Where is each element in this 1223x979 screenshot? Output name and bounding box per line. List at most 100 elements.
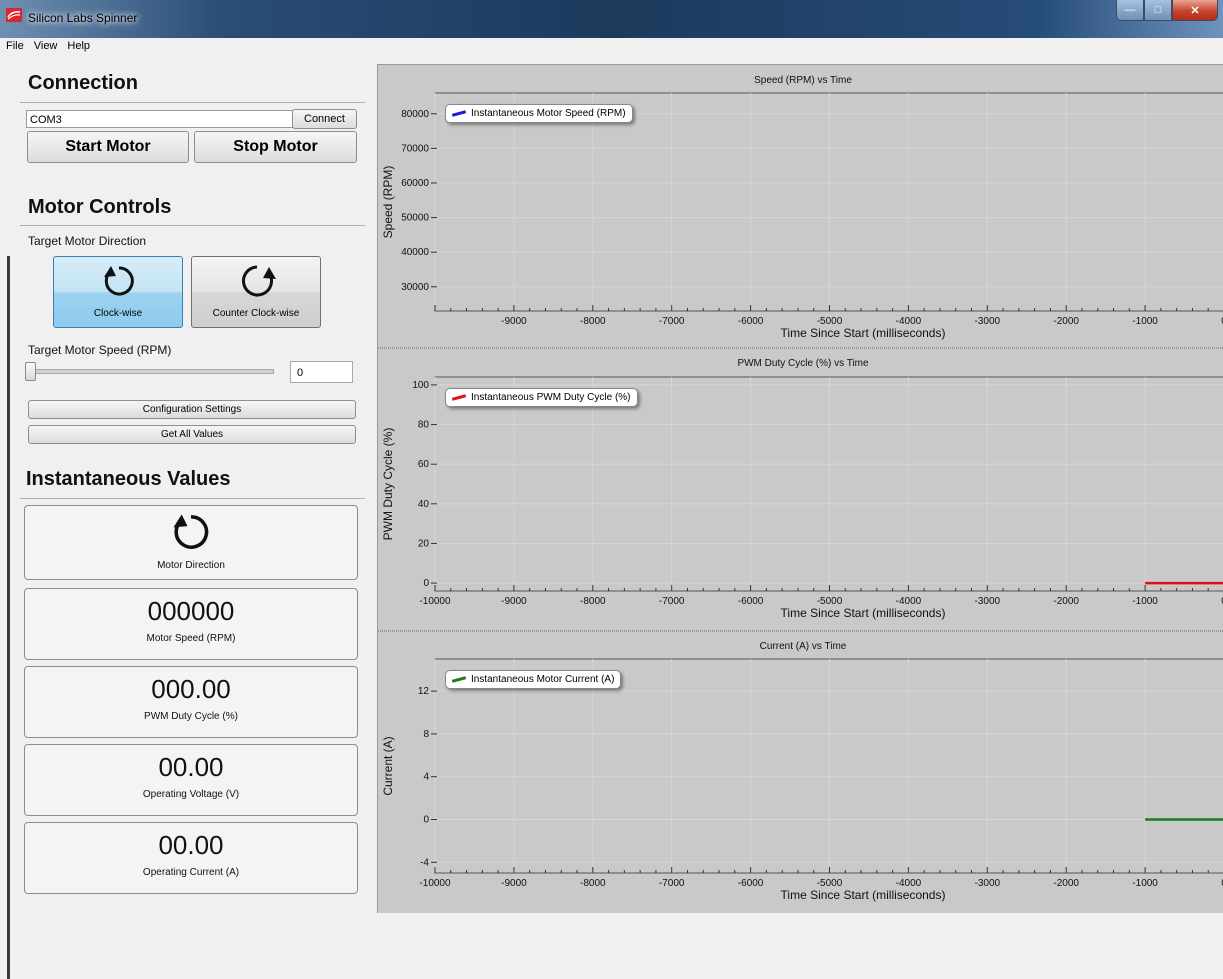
connect-button[interactable]: Connect: [292, 109, 357, 129]
connection-divider: [20, 102, 365, 103]
y-tick-label: 70000: [401, 143, 429, 154]
x-tick-label: -9000: [501, 316, 527, 327]
x-tick-label: -1000: [1132, 878, 1158, 889]
minimize-icon: —: [1124, 4, 1136, 16]
counter-clockwise-arrow-icon: [242, 265, 276, 297]
x-tick-label: -3000: [975, 878, 1001, 889]
target-direction-label: Target Motor Direction: [28, 234, 147, 248]
close-icon: ✕: [1190, 4, 1200, 17]
motor-controls-heading: Motor Controls: [28, 196, 172, 218]
x-tick-label: -10000: [419, 878, 451, 889]
x-tick-label: -1000: [1132, 596, 1158, 607]
voltage-display: 00.00 Operating Voltage (V): [24, 744, 358, 816]
speed-slider-track[interactable]: [26, 369, 274, 374]
com-port-value: COM3: [30, 114, 62, 126]
stop-motor-button[interactable]: Stop Motor: [194, 131, 357, 163]
menu-help[interactable]: Help: [61, 38, 94, 52]
x-tick-label: -1000: [1132, 316, 1158, 327]
chart-title: Current (A) vs Time: [760, 641, 847, 652]
title-bar: Silicon Labs Spinner — □ ✕: [0, 0, 1223, 38]
close-button[interactable]: ✕: [1172, 0, 1218, 21]
y-tick-label: 100: [412, 380, 429, 391]
y-tick-label: 20: [418, 538, 430, 549]
x-tick-label: -8000: [580, 316, 606, 327]
x-tick-label: -7000: [659, 596, 685, 607]
y-tick-label: 0: [423, 815, 429, 826]
configuration-settings-button[interactable]: Configuration Settings: [28, 400, 356, 419]
clockwise-direction-icon: [173, 514, 209, 549]
x-tick-label: -8000: [580, 596, 606, 607]
y-tick-label: 12: [418, 686, 430, 697]
window-left-edge: [0, 56, 10, 979]
y-tick-label: 0: [423, 578, 429, 589]
counter-clockwise-button[interactable]: Counter Clock-wise: [191, 256, 321, 328]
y-tick-label: -4: [420, 857, 429, 868]
legend-label: Instantaneous Motor Speed (RPM): [471, 108, 626, 119]
pwm-duty-display: 000.00 PWM Duty Cycle (%): [24, 666, 358, 738]
instantaneous-heading: Instantaneous Values: [26, 468, 231, 490]
menu-bar: File View Help: [0, 38, 1223, 56]
x-tick-label: -7000: [659, 878, 685, 889]
counter-clockwise-label: Counter Clock-wise: [212, 308, 300, 319]
x-axis-label: Time Since Start (milliseconds): [781, 888, 946, 902]
x-tick-label: -2000: [1053, 316, 1079, 327]
menu-view[interactable]: View: [28, 38, 62, 52]
y-tick-label: 8: [423, 729, 429, 740]
x-tick-label: -10000: [419, 596, 451, 607]
legend-label: Instantaneous Motor Current (A): [471, 674, 615, 685]
minimize-button[interactable]: —: [1116, 0, 1144, 21]
current-value: 00.00: [158, 830, 224, 860]
target-speed-input[interactable]: 0: [290, 361, 353, 383]
start-motor-button[interactable]: Start Motor: [27, 131, 189, 163]
clockwise-button[interactable]: Clock-wise: [53, 256, 183, 328]
x-tick-label: -9000: [501, 878, 527, 889]
motor-direction-display: Motor Direction: [24, 505, 358, 580]
y-tick-label: 30000: [401, 282, 429, 293]
y-tick-label: 80000: [401, 109, 429, 120]
chart-title: PWM Duty Cycle (%) vs Time: [737, 358, 869, 369]
chart-legend: Instantaneous PWM Duty Cycle (%): [445, 388, 638, 407]
motor-speed-display: 000000 Motor Speed (RPM): [24, 588, 358, 660]
x-tick-label: -6000: [738, 878, 764, 889]
chart-legend: Instantaneous Motor Speed (RPM): [445, 104, 633, 123]
x-tick-label: -7000: [659, 316, 685, 327]
chart-legend: Instantaneous Motor Current (A): [445, 670, 622, 689]
legend-label: Instantaneous PWM Duty Cycle (%): [471, 392, 631, 403]
maximize-button[interactable]: □: [1144, 0, 1172, 21]
clockwise-label: Clock-wise: [93, 308, 143, 319]
legend-swatch: [451, 676, 467, 683]
com-port-select[interactable]: COM3 ▼: [26, 110, 306, 128]
chart-title: Speed (RPM) vs Time: [754, 75, 852, 86]
y-tick-label: 80: [418, 420, 430, 431]
connection-heading: Connection: [28, 72, 138, 94]
y-axis-label: Speed (RPM): [381, 166, 395, 239]
pwm-duty-caption: PWM Duty Cycle (%): [144, 711, 238, 722]
y-tick-label: 60: [418, 459, 430, 470]
x-tick-label: -3000: [975, 596, 1001, 607]
pwm-duty-value: 000.00: [151, 674, 231, 704]
x-tick-label: -3000: [975, 316, 1001, 327]
instantaneous-divider: [20, 498, 365, 499]
motor-speed-caption: Motor Speed (RPM): [146, 633, 236, 644]
x-tick-label: -2000: [1053, 878, 1079, 889]
y-axis-label: Current (A): [381, 736, 395, 795]
x-axis-label: Time Since Start (milliseconds): [781, 606, 946, 620]
legend-swatch: [451, 394, 467, 401]
motor-controls-divider: [20, 225, 365, 226]
motor-speed-value: 000000: [147, 596, 235, 626]
window-title: Silicon Labs Spinner: [28, 11, 138, 25]
voltage-caption: Operating Voltage (V): [142, 789, 240, 800]
speed-slider-thumb[interactable]: [25, 362, 36, 381]
charts-area: Speed (RPM) vs Time -9000 -8000 -7000 -6000 -…: [377, 64, 1223, 913]
legend-swatch: [451, 110, 467, 117]
charts-svg: Speed (RPM) vs Time -9000 -8000 -7000 -6000 -…: [378, 75, 1223, 902]
get-all-values-button[interactable]: Get All Values: [28, 425, 356, 444]
x-tick-label: -6000: [738, 316, 764, 327]
clockwise-arrow-icon: [104, 266, 134, 296]
app-logo-icon: [6, 8, 22, 22]
y-axis-label: PWM Duty Cycle (%): [381, 428, 395, 541]
menu-file[interactable]: File: [0, 38, 28, 52]
x-tick-label: -9000: [501, 596, 527, 607]
current-caption: Operating Current (A): [142, 867, 240, 878]
y-tick-label: 40000: [401, 247, 429, 258]
